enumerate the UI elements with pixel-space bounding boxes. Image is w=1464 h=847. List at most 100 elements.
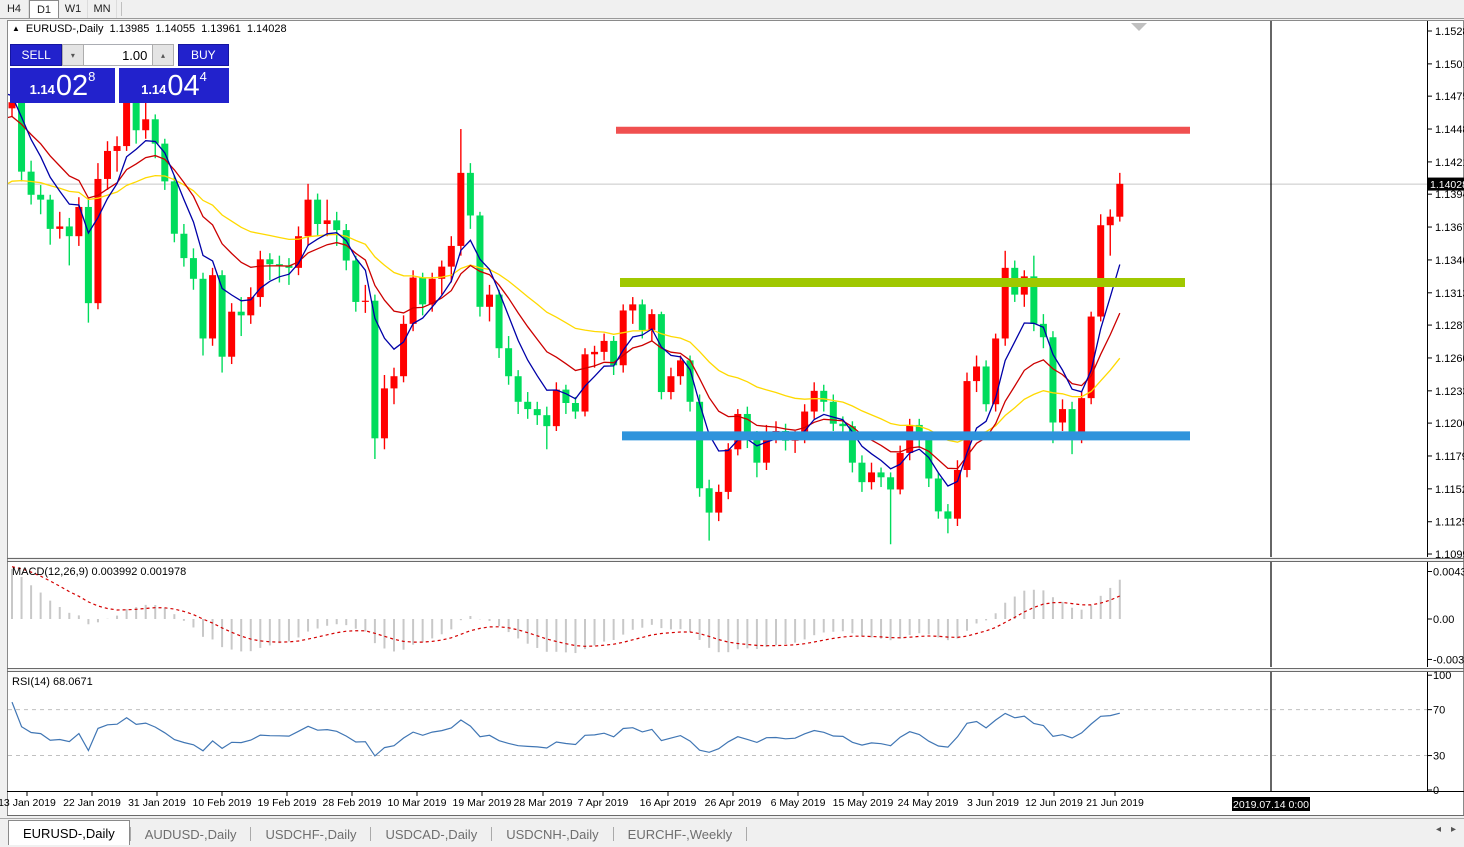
chart-tab-eurchf[interactable]: EURCHF-,Weekly: [614, 823, 747, 845]
rsi-axis-tick: 70: [1433, 705, 1445, 717]
timeframe-button-mn[interactable]: MN: [88, 0, 117, 18]
date-axis-label: 26 Apr 2019: [705, 797, 762, 809]
macd-axis-tick: 0.004359: [1433, 566, 1464, 578]
price-axis-tick: 1.13135: [1435, 288, 1464, 300]
sell-price-big: 02: [56, 72, 88, 101]
price-axis-tick: 1.11525: [1435, 484, 1464, 496]
date-axis-label: 15 May 2019: [833, 797, 894, 809]
timeframe-button-h4[interactable]: H4: [0, 0, 29, 18]
date-axis-label: 24 May 2019: [898, 797, 959, 809]
volume-up-button[interactable]: ▴: [152, 44, 173, 66]
date-axis-label: 13 Jan 2019: [0, 797, 56, 809]
buy-price-big: 04: [167, 72, 199, 101]
date-axis-label: 31 Jan 2019: [128, 797, 186, 809]
collapse-triangle-icon[interactable]: ▲: [12, 25, 20, 33]
date-axis-label: 21 Jun 2019: [1086, 797, 1144, 809]
price-axis-tick: 1.12870: [1435, 320, 1464, 332]
sell-price-box[interactable]: 1.14 02 8: [10, 68, 115, 103]
candle: [476, 212, 483, 317]
rsi-axis-tick: 0: [1433, 785, 1439, 797]
tab-scroll-arrows: ◂ ▸: [1436, 824, 1456, 835]
date-axis-label: 10 Mar 2019: [388, 797, 447, 809]
timeframe-button-w1[interactable]: W1: [59, 0, 88, 18]
price-axis-tick: 1.13675: [1435, 222, 1464, 234]
price-axis-tick: 1.15015: [1435, 59, 1464, 71]
candle: [582, 348, 589, 416]
price-axis-tick: 1.10990: [1435, 549, 1464, 561]
candle: [171, 175, 178, 242]
one-click-trade-panel: SELL ▾ 1.00 ▴ BUY 1.14 02 8 1.14 04 4: [10, 44, 229, 103]
candle: [725, 443, 732, 499]
candle: [209, 268, 216, 346]
date-axis-label: 19 Mar 2019: [453, 797, 512, 809]
rsi-axis-tick: 100: [1433, 670, 1451, 682]
mt4-window: 1.152851.150151.147501.144801.142101.139…: [0, 0, 1464, 847]
chart-tab-usdchf[interactable]: USDCHF-,Daily: [251, 823, 370, 845]
chevron-down-icon: ▾: [71, 51, 75, 60]
date-axis-label: 6 May 2019: [771, 797, 826, 809]
ohlc-high: 1.14055: [155, 23, 195, 35]
price-axis-tick: 1.11255: [1435, 517, 1464, 529]
candle: [18, 97, 25, 181]
candle: [228, 303, 235, 364]
candle: [496, 290, 503, 358]
buy-button[interactable]: BUY: [178, 44, 229, 66]
price-axis-tick: 1.12600: [1435, 353, 1464, 365]
ohlc-close: 1.14028: [247, 23, 287, 35]
date-axis-label: 28 Feb 2019: [323, 797, 382, 809]
sell-price-pip: 8: [88, 70, 95, 83]
rsi-label: RSI(14) 68.0671: [12, 676, 93, 688]
date-axis-label: 19 Feb 2019: [258, 797, 317, 809]
date-marker-text: 2019.07.14 0:00: [1233, 799, 1309, 811]
volume-input[interactable]: 1.00: [84, 44, 153, 66]
date-axis-label: 3 Jun 2019: [967, 797, 1019, 809]
volume-down-button[interactable]: ▾: [62, 44, 83, 66]
date-axis-label: 12 Jun 2019: [1025, 797, 1083, 809]
candle: [1097, 214, 1104, 321]
candle: [94, 163, 101, 309]
macd-label: MACD(12,26,9) 0.003992 0.001978: [12, 566, 186, 578]
date-axis-label: 16 Apr 2019: [640, 797, 697, 809]
price-axis-tick: 1.11795: [1435, 451, 1464, 463]
candle: [658, 312, 665, 400]
candle: [954, 460, 961, 526]
tab-scroll-left-icon[interactable]: ◂: [1436, 824, 1441, 835]
tab-scroll-right-icon[interactable]: ▸: [1451, 824, 1456, 835]
sell-price-prefix: 1.14: [30, 79, 55, 101]
timeframe-button-d1[interactable]: D1: [29, 0, 59, 18]
price-axis-tick: 1.12065: [1435, 418, 1464, 430]
toolbar-separator: [121, 2, 122, 16]
date-axis-label: 7 Apr 2019: [578, 797, 629, 809]
current-price-tag-text: 1.14028: [1430, 179, 1464, 191]
chart-tab-usdcnh[interactable]: USDCNH-,Daily: [492, 823, 612, 845]
price-axis-tick: 1.14210: [1435, 157, 1464, 169]
chevron-up-icon: ▴: [161, 51, 165, 60]
price-axis-tick: 1.13405: [1435, 255, 1464, 267]
chart-symbol-label: EURUSD-,Daily: [26, 23, 104, 35]
date-axis-label: 10 Feb 2019: [193, 797, 252, 809]
sell-button[interactable]: SELL: [10, 44, 62, 66]
price-axis-tick: 1.15285: [1435, 26, 1464, 38]
chart-tab-bar: EURUSD-,DailyAUDUSD-,DailyUSDCHF-,DailyU…: [0, 818, 1464, 845]
tab-separator: [746, 827, 747, 841]
chart-canvas[interactable]: 1.152851.150151.147501.144801.142101.139…: [0, 0, 1464, 847]
candle: [400, 315, 407, 382]
ohlc-low: 1.13961: [201, 23, 241, 35]
chart-tab-usdcad[interactable]: USDCAD-,Daily: [371, 823, 491, 845]
date-axis-label: 22 Jan 2019: [63, 797, 121, 809]
candle: [983, 360, 990, 411]
buy-price-box[interactable]: 1.14 04 4: [119, 68, 229, 103]
macd-axis-tick: 0.00: [1433, 614, 1454, 626]
ohlc-open: 1.13985: [110, 23, 150, 35]
price-axis-tick: 1.12330: [1435, 386, 1464, 398]
candle: [992, 334, 999, 412]
macd-axis-tick: -0.00371: [1433, 654, 1464, 666]
rsi-axis-tick: 30: [1433, 751, 1445, 763]
date-axis-label: 28 Mar 2019: [514, 797, 573, 809]
buy-price-pip: 4: [200, 70, 207, 83]
chart-tab-eurusd[interactable]: EURUSD-,Daily: [8, 820, 130, 845]
price-axis-tick: 1.14480: [1435, 124, 1464, 136]
buy-price-prefix: 1.14: [141, 79, 166, 101]
chart-tab-audusd[interactable]: AUDUSD-,Daily: [131, 823, 251, 845]
chart-title: ▲ EURUSD-,Daily 1.13985 1.14055 1.13961 …: [12, 23, 287, 35]
